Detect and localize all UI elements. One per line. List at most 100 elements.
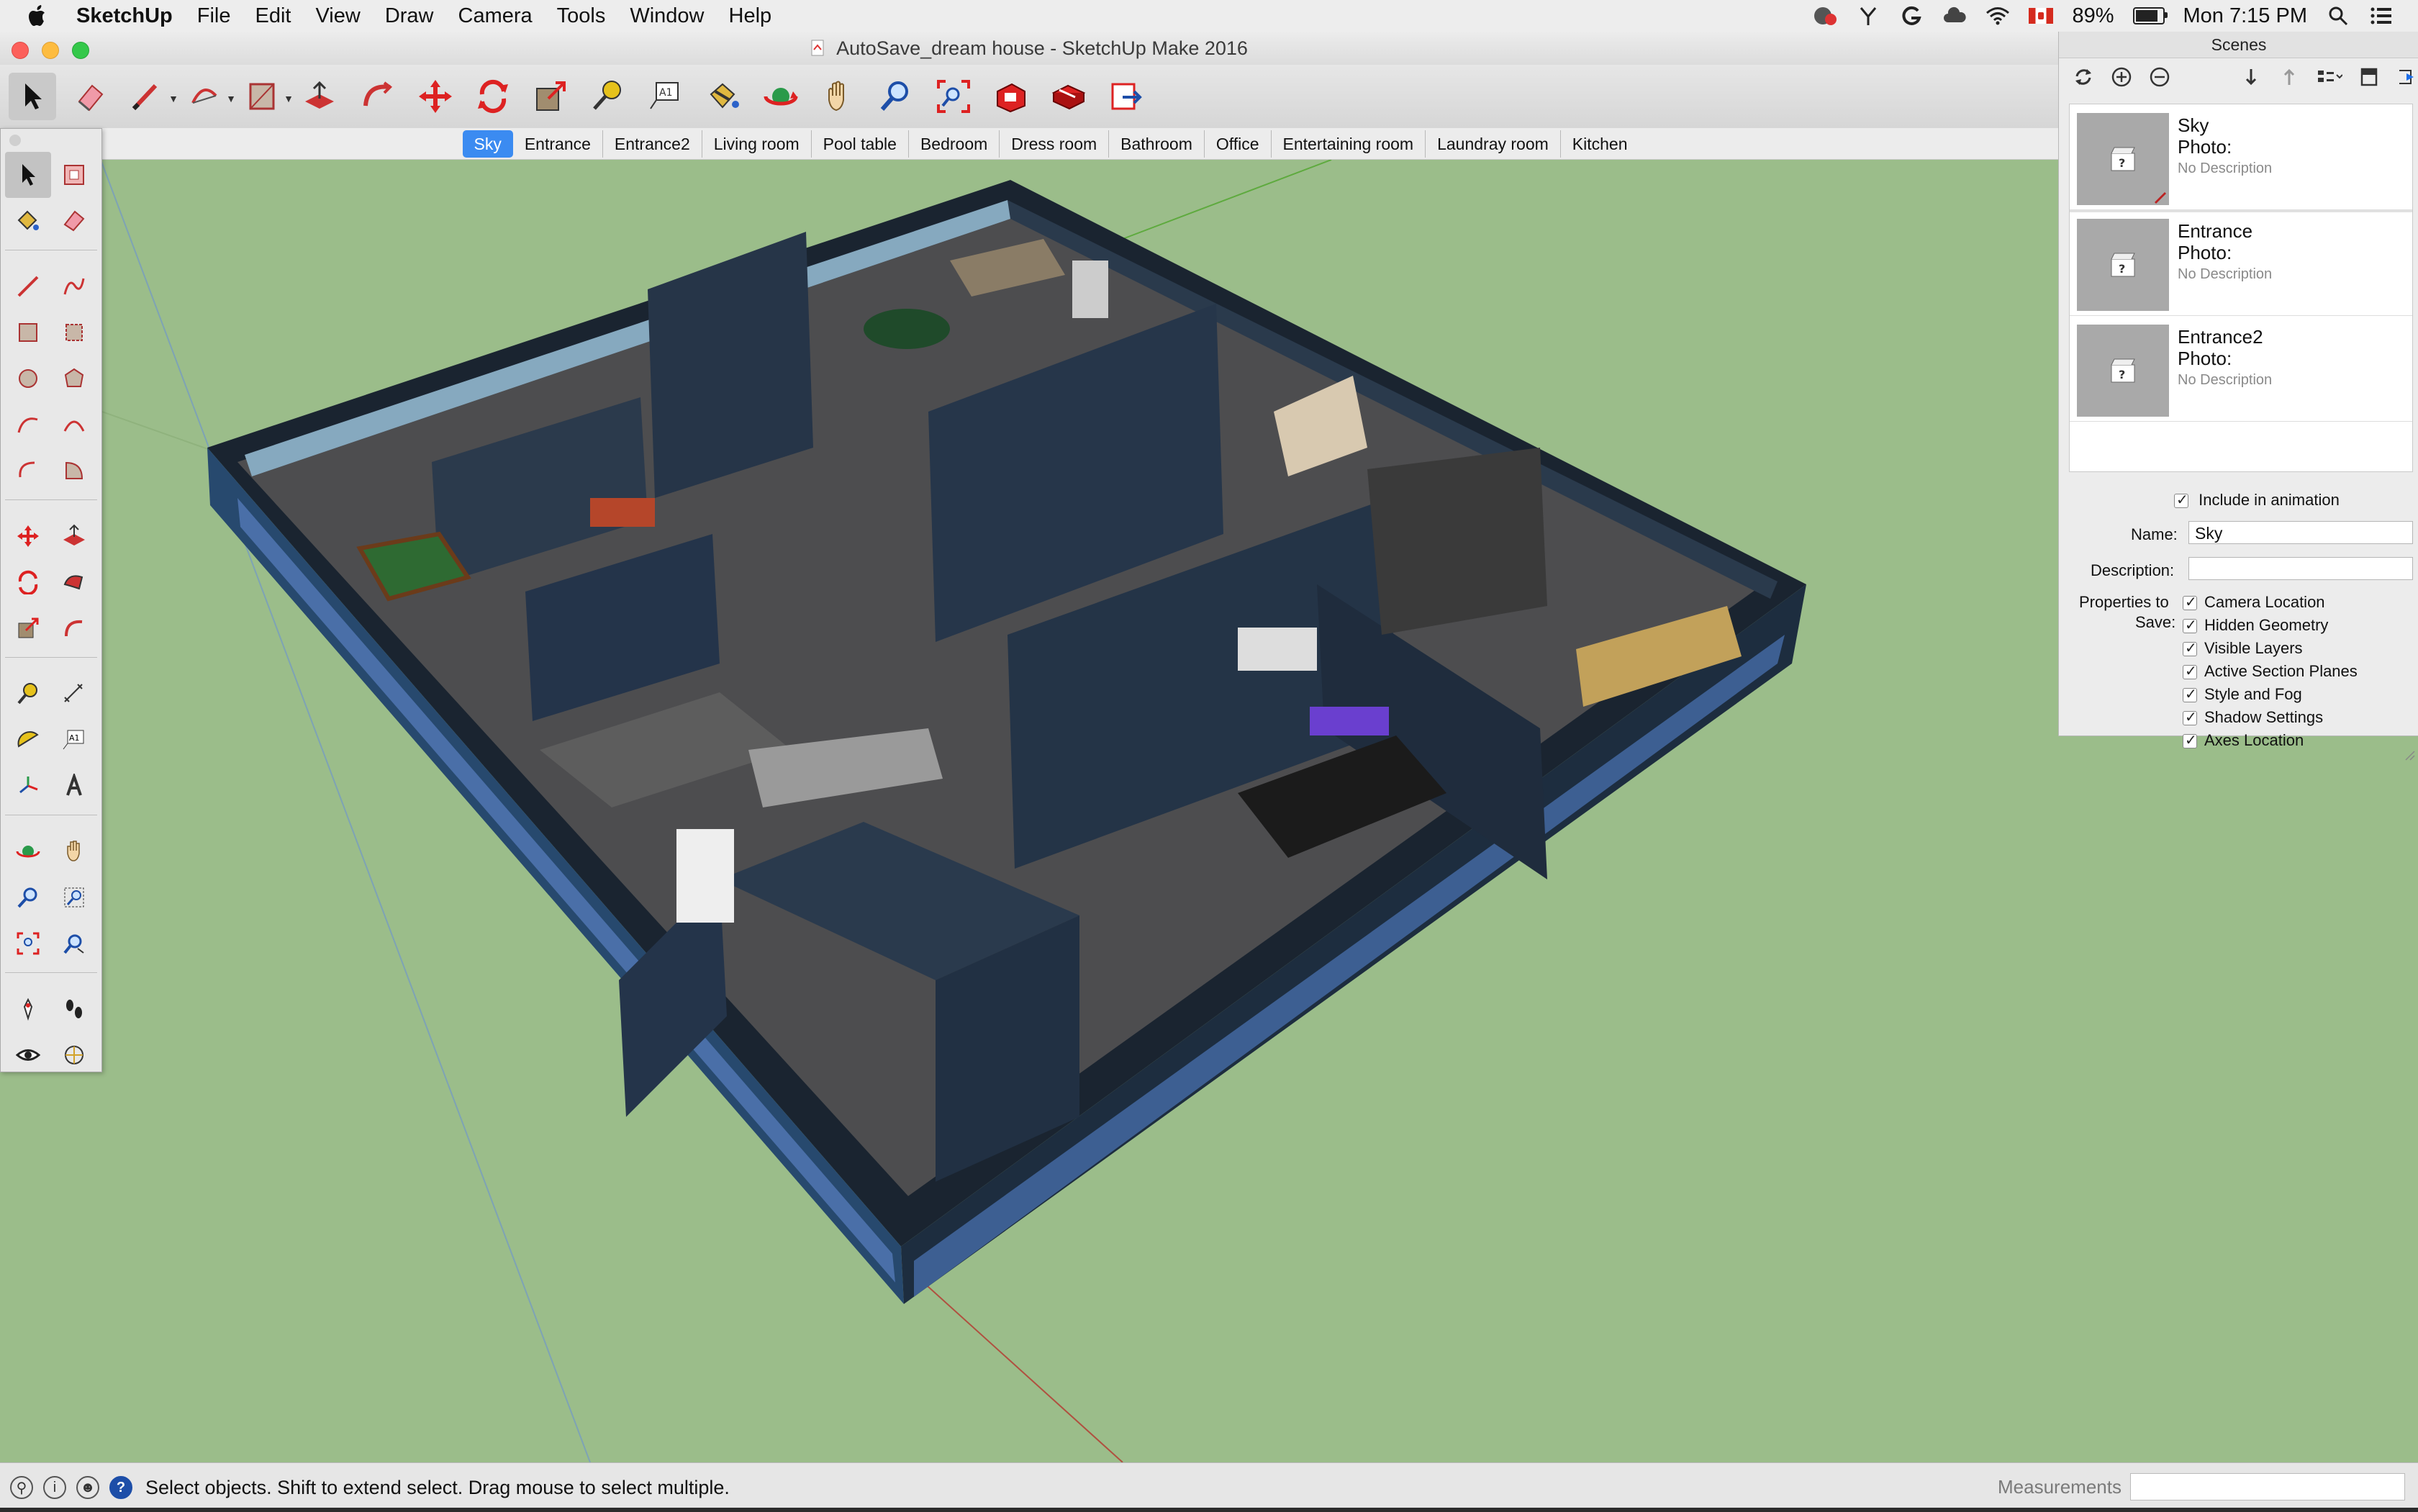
eraser-button[interactable] — [51, 198, 97, 244]
style-and-fog-checkbox[interactable] — [2183, 685, 2197, 703]
tape-measure-button[interactable] — [5, 671, 51, 717]
tape-measure-tool-button[interactable] — [584, 73, 632, 120]
push-pull-tool-button[interactable] — [296, 73, 344, 120]
position-camera-button[interactable] — [5, 986, 51, 1032]
zoom-window-button[interactable] — [51, 874, 97, 920]
circle-button[interactable] — [5, 356, 51, 402]
section-plane-button[interactable] — [51, 1032, 97, 1078]
tab-kitchen[interactable]: Kitchen — [1561, 130, 1639, 158]
cloud-icon[interactable] — [1942, 5, 1967, 27]
include-in-animation-checkbox[interactable] — [2174, 491, 2188, 509]
notification-center-icon[interactable] — [2369, 5, 2394, 27]
send-to-layout-button[interactable] — [1102, 73, 1150, 120]
zoom-extents-tool-button[interactable] — [930, 73, 977, 120]
shadow-settings-checkbox[interactable] — [2183, 708, 2197, 726]
chevron-down-icon[interactable]: ▼ — [226, 93, 236, 104]
text-tool-button[interactable]: A1 — [642, 73, 689, 120]
paint-bucket-button[interactable] — [5, 198, 51, 244]
menu-camera[interactable]: Camera — [458, 4, 533, 28]
remove-scene-icon[interactable] — [2148, 64, 2170, 90]
rectangle-button[interactable] — [5, 309, 51, 356]
rectangle-tool-button[interactable]: ▼ — [239, 73, 294, 120]
pan-tool-button[interactable] — [815, 73, 862, 120]
scene-item-entrance2[interactable]: ? Entrance2 Photo: No Description — [2070, 316, 2412, 422]
model-viewport[interactable] — [0, 159, 2418, 1463]
3d-text-button[interactable] — [51, 763, 97, 809]
axes-location-checkbox[interactable] — [2183, 731, 2197, 749]
house-model-render[interactable] — [0, 159, 2418, 1463]
offset-tool-button[interactable] — [354, 73, 402, 120]
menu-edit[interactable]: Edit — [255, 4, 291, 28]
menu-tools[interactable]: Tools — [557, 4, 606, 28]
zoom-tool-button[interactable] — [872, 73, 920, 120]
walk-button[interactable] — [51, 986, 97, 1032]
move-scene-up-icon[interactable] — [2278, 64, 2301, 90]
3d-warehouse-button[interactable] — [987, 73, 1035, 120]
geolocation-icon[interactable]: ⚲ — [10, 1476, 33, 1499]
protractor-button[interactable] — [5, 717, 51, 763]
dimension-button[interactable] — [51, 671, 97, 717]
follow-me-button[interactable] — [51, 559, 97, 605]
wifi-icon[interactable] — [1985, 5, 2010, 27]
orbit-tool-button[interactable] — [757, 73, 805, 120]
three-point-arc-button[interactable] — [5, 448, 51, 494]
line-button[interactable] — [5, 263, 51, 309]
scene-name-field[interactable]: Sky — [2188, 521, 2413, 544]
tab-sky[interactable]: Sky — [462, 130, 513, 158]
menu-help[interactable]: Help — [729, 4, 772, 28]
push-pull-button[interactable] — [51, 513, 97, 559]
freehand-button[interactable] — [51, 263, 97, 309]
logitech-icon[interactable] — [1899, 5, 1924, 27]
tab-bathroom[interactable]: Bathroom — [1109, 130, 1205, 158]
resize-grip-icon[interactable] — [2403, 748, 2416, 761]
view-options-icon[interactable] — [2317, 64, 2342, 90]
hidden-geometry-checkbox[interactable] — [2183, 616, 2197, 634]
scene-description-field[interactable] — [2188, 557, 2413, 580]
battery-icon[interactable] — [2132, 7, 2168, 24]
orbit-button[interactable] — [5, 828, 51, 874]
scale-tool-button[interactable] — [527, 73, 574, 120]
scene-item-partial[interactable] — [2070, 422, 2412, 436]
fork-icon[interactable] — [1856, 5, 1880, 27]
rotate-button[interactable] — [5, 559, 51, 605]
notification-icon[interactable] — [1813, 5, 1837, 27]
help-icon[interactable]: ? — [109, 1476, 132, 1499]
user-account-icon[interactable]: ☻ — [76, 1476, 99, 1499]
menu-file[interactable]: File — [197, 4, 231, 28]
rotate-tool-button[interactable] — [469, 73, 517, 120]
arc-button[interactable] — [5, 402, 51, 448]
close-palette-button[interactable] — [9, 135, 21, 146]
look-around-button[interactable] — [5, 1032, 51, 1078]
make-component-button[interactable] — [51, 152, 97, 198]
tab-bedroom[interactable]: Bedroom — [909, 130, 1000, 158]
tab-office[interactable]: Office — [1205, 130, 1272, 158]
refresh-scene-icon[interactable] — [2072, 64, 2094, 90]
eraser-tool-button[interactable] — [66, 73, 114, 120]
visible-layers-checkbox[interactable] — [2183, 639, 2197, 657]
spotlight-search-icon[interactable] — [2326, 5, 2350, 27]
tab-laundray-room[interactable]: Laundray room — [1426, 130, 1561, 158]
zoom-button[interactable] — [5, 874, 51, 920]
move-button[interactable] — [5, 513, 51, 559]
tab-entrance2[interactable]: Entrance2 — [603, 130, 702, 158]
menu-window[interactable]: Window — [630, 4, 704, 28]
scene-item-sky[interactable]: ? Sky Photo: No Description — [2070, 104, 2412, 212]
select-tool-button[interactable] — [5, 152, 51, 198]
chevron-down-icon[interactable]: ▼ — [284, 93, 294, 104]
extension-warehouse-button[interactable] — [1045, 73, 1092, 120]
text-button[interactable]: A1 — [51, 717, 97, 763]
two-point-arc-button[interactable] — [51, 402, 97, 448]
apple-menu-icon[interactable] — [27, 4, 49, 28]
input-source-flag-icon[interactable] — [2029, 8, 2054, 24]
paint-bucket-tool-button[interactable] — [699, 73, 747, 120]
previous-view-button[interactable] — [51, 920, 97, 966]
line-tool-button[interactable]: ▼ — [124, 73, 178, 120]
expand-panel-icon[interactable] — [2396, 64, 2418, 90]
pie-button[interactable] — [51, 448, 97, 494]
camera-location-checkbox[interactable] — [2183, 593, 2197, 611]
menu-view[interactable]: View — [315, 4, 360, 28]
offset-button[interactable] — [51, 605, 97, 651]
menu-draw[interactable]: Draw — [385, 4, 434, 28]
tab-entrance[interactable]: Entrance — [513, 130, 603, 158]
polygon-button[interactable] — [51, 356, 97, 402]
